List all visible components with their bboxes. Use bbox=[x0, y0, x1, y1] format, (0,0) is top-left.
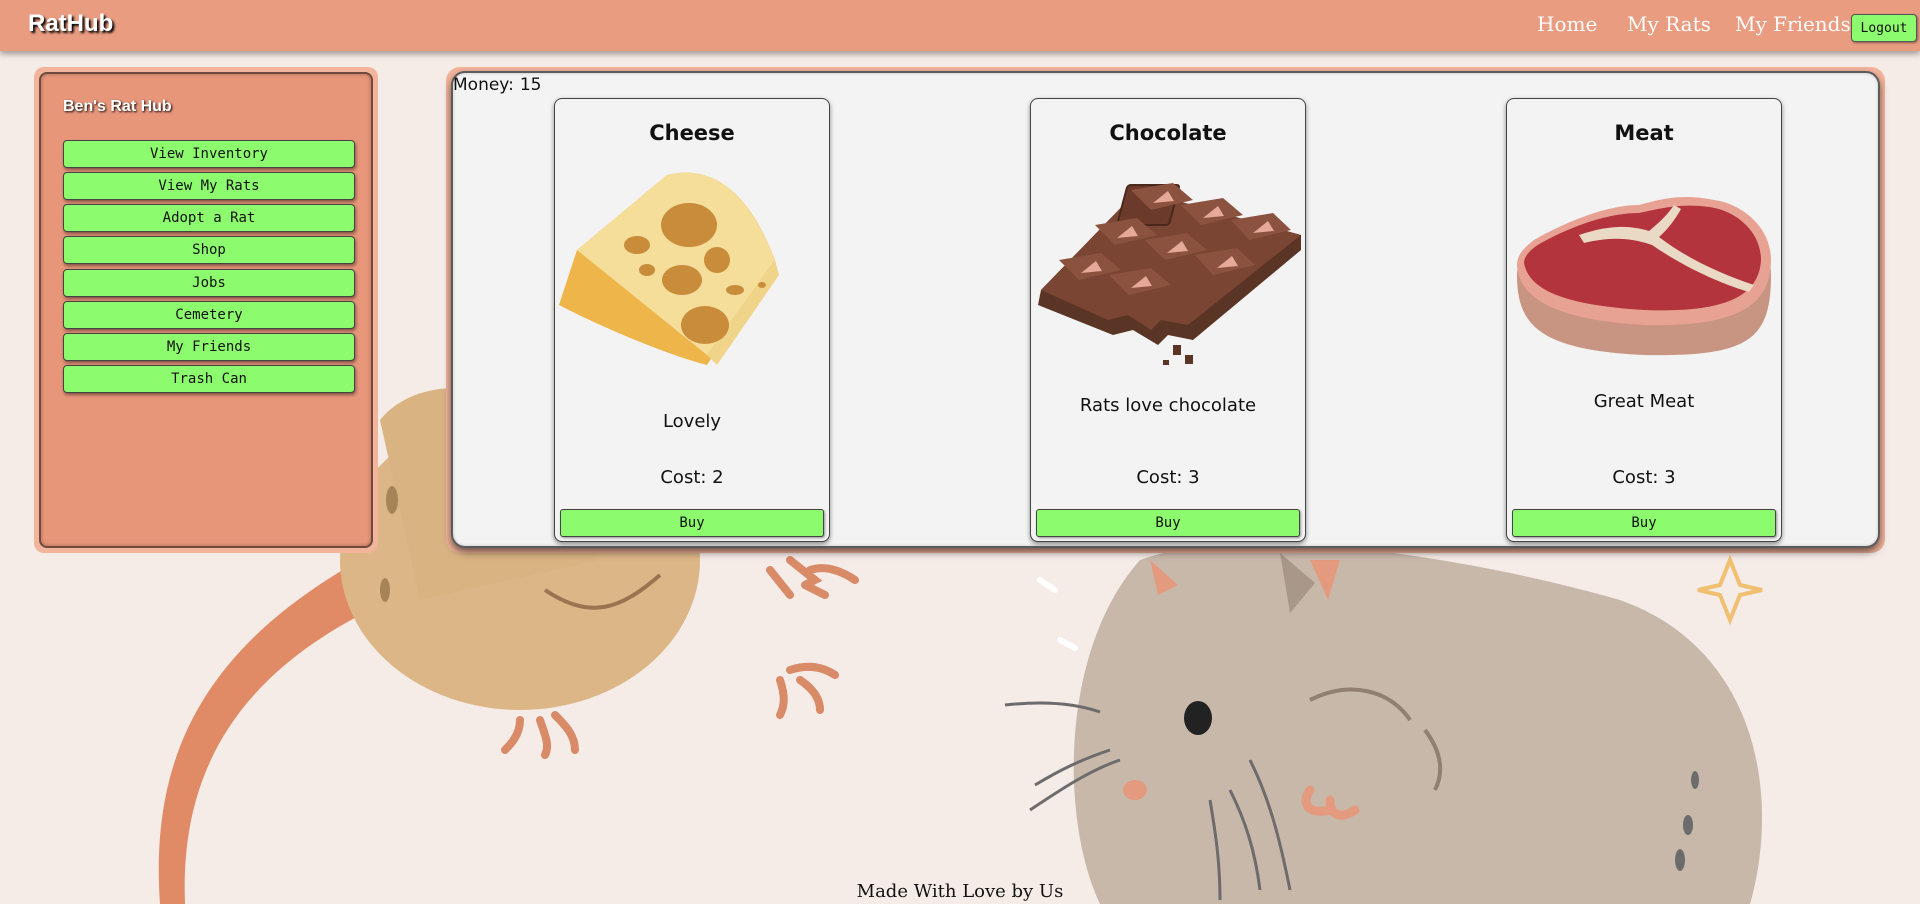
shop-panel: Money: 15 Cheese Lovely Cost: 2 Buy Choc… bbox=[451, 71, 1880, 548]
item-name: Cheese bbox=[649, 121, 735, 145]
item-description: Rats love chocolate bbox=[1079, 395, 1257, 416]
item-cost: Cost: 3 bbox=[1136, 467, 1200, 488]
buy-cheese-button[interactable]: Buy bbox=[560, 509, 824, 537]
jobs-button[interactable]: Jobs bbox=[63, 269, 355, 297]
item-name: Meat bbox=[1614, 121, 1674, 145]
shop-item-card-meat: Meat Great Meat Cost: 3 Buy bbox=[1506, 98, 1782, 542]
sidebar-title: Ben's Rat Hub bbox=[63, 98, 172, 115]
sidebar-frame: Ben's Rat Hub View Inventory View My Rat… bbox=[34, 67, 378, 553]
trash-can-button[interactable]: Trash Can bbox=[63, 365, 355, 393]
shop-frame: Money: 15 Cheese Lovely Cost: 2 Buy Choc… bbox=[446, 67, 1885, 553]
nav-my-rats-link[interactable]: My Rats bbox=[1627, 12, 1711, 36]
shop-button[interactable]: Shop bbox=[63, 236, 355, 264]
shop-item-card-cheese: Cheese Lovely Cost: 2 Buy bbox=[554, 98, 830, 542]
my-friends-button[interactable]: My Friends bbox=[63, 333, 355, 361]
footer-text: Made With Love by Us bbox=[856, 881, 1064, 902]
chocolate-image bbox=[1038, 183, 1301, 365]
grey-rat-illustration bbox=[1004, 543, 1763, 904]
meat-image bbox=[1517, 197, 1771, 356]
item-name: Chocolate bbox=[1109, 121, 1227, 145]
item-description: Lovely bbox=[662, 411, 722, 432]
shop-item-card-chocolate: Chocolate Rats love chocolate Cost: 3 Bu… bbox=[1030, 98, 1306, 542]
item-cost: Cost: 3 bbox=[1612, 467, 1676, 488]
item-cost: Cost: 2 bbox=[660, 467, 724, 488]
logout-button[interactable]: Logout bbox=[1851, 14, 1917, 42]
money-value: 15 bbox=[519, 75, 542, 95]
cemetery-button[interactable]: Cemetery bbox=[63, 301, 355, 329]
top-navbar: RatHub Home My Rats My Friends Logout bbox=[0, 0, 1920, 51]
money-label: Money: bbox=[453, 75, 514, 95]
adopt-a-rat-button[interactable]: Adopt a Rat bbox=[63, 204, 355, 232]
view-my-rats-button[interactable]: View My Rats bbox=[63, 172, 355, 200]
item-description: Great Meat bbox=[1593, 391, 1695, 412]
brand-logo[interactable]: RatHub bbox=[28, 10, 113, 38]
buy-meat-button[interactable]: Buy bbox=[1512, 509, 1776, 537]
buy-chocolate-button[interactable]: Buy bbox=[1036, 509, 1300, 537]
money-display: Money: 15 bbox=[453, 75, 542, 95]
sidebar: Ben's Rat Hub View Inventory View My Rat… bbox=[39, 72, 373, 548]
cheese-image bbox=[559, 172, 779, 365]
nav-home-link[interactable]: Home bbox=[1537, 12, 1597, 36]
view-inventory-button[interactable]: View Inventory bbox=[63, 140, 355, 168]
nav-my-friends-link[interactable]: My Friends bbox=[1735, 12, 1851, 36]
